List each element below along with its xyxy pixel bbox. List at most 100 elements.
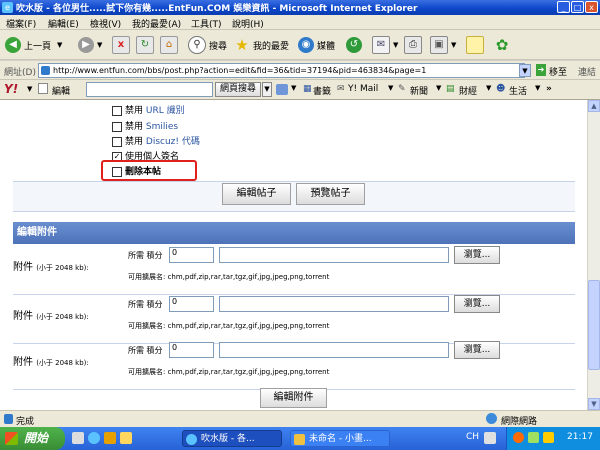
scroll-thumb[interactable] [588, 280, 600, 370]
news-menu-icon[interactable]: ▼ [436, 84, 441, 92]
life-menu-icon[interactable]: ▼ [535, 84, 540, 92]
forward-button[interactable]: ▶ ▼ [78, 36, 102, 54]
delete-post-checkbox[interactable] [112, 166, 122, 177]
pencil-icon [38, 83, 48, 94]
media-button[interactable]: ◉ 媒體 [298, 36, 335, 54]
system-tray: 21:17 [506, 427, 600, 450]
yahoo-bookmarks[interactable]: 書籤 [313, 84, 331, 97]
attachment-limit: (小于 2048 kb): [36, 313, 89, 321]
browse-button[interactable]: 瀏覽... [454, 246, 500, 264]
browse-button[interactable]: 瀏覽... [454, 341, 500, 359]
start-button[interactable]: 開始 [0, 427, 65, 450]
maximize-button[interactable]: □ [571, 1, 584, 13]
address-dropdown-icon[interactable]: ▼ [519, 64, 531, 77]
favorites-button[interactable]: ★ 我的最愛 [234, 36, 289, 54]
quicklaunch-media-icon[interactable] [104, 432, 116, 444]
yahoo-search-dropdown-icon[interactable]: ▼ [262, 82, 272, 97]
needs-points-label: 所需 積分 [128, 251, 163, 260]
browse-button[interactable]: 瀏覽... [454, 295, 500, 313]
yahoo-menu-icon[interactable]: ▼ [27, 85, 32, 93]
language-indicator[interactable]: CH [466, 432, 479, 442]
edit-post-button[interactable]: 編輯帖子 [222, 183, 291, 205]
toolbar-more-icon[interactable]: » [546, 84, 552, 94]
start-label: 開始 [24, 431, 49, 445]
file-path-input[interactable] [219, 342, 449, 358]
scroll-up-icon[interactable]: ▲ [588, 100, 600, 112]
edit-page-icon: ▣ [430, 36, 448, 54]
go-arrow-icon[interactable]: ➜ [536, 64, 546, 76]
forward-dropdown-icon[interactable]: ▼ [97, 41, 102, 49]
disable-url-checkbox[interactable] [112, 105, 122, 116]
back-dropdown-icon[interactable]: ▼ [57, 41, 62, 49]
option-disable-url[interactable]: 禁用 URL 識別 [112, 103, 185, 116]
yahoo-mail[interactable]: Y! Mail [348, 84, 378, 94]
messenger-button[interactable]: ✿ [494, 36, 513, 54]
vertical-scrollbar[interactable]: ▲ ▼ [587, 100, 600, 410]
mail-button[interactable]: ✉ ▼ [372, 36, 398, 54]
option-disable-discuz[interactable]: 禁用 Discuz! 代碼 [112, 134, 200, 147]
quicklaunch-desktop-icon[interactable] [72, 432, 84, 444]
yahoo-search-input[interactable] [86, 82, 213, 97]
task-paint-window[interactable]: 未命名 - 小畫... [290, 430, 390, 447]
home-button[interactable]: ⌂ [160, 36, 181, 54]
yahoo-logo[interactable]: Y! [4, 82, 18, 96]
edit-page-button[interactable]: ▣ ▼ [430, 36, 456, 54]
edit-attachments-button[interactable]: 編輯附件 [260, 388, 327, 408]
back-button[interactable]: ◀ 上一頁 ▼ [5, 36, 62, 54]
history-button[interactable]: ↺ [346, 36, 365, 54]
forward-arrow-icon: ▶ [78, 37, 94, 53]
points-input[interactable]: 0 [169, 342, 214, 358]
refresh-button[interactable]: ↻ [136, 36, 157, 54]
disable-discuz-checkbox[interactable] [112, 136, 122, 147]
address-input[interactable]: http://www.entfun.com/bbs/post.php?actio… [38, 63, 525, 78]
menu-file[interactable]: 檔案(F) [6, 17, 36, 30]
menu-edit[interactable]: 編輯(E) [48, 17, 79, 30]
title-bar[interactable]: e 吹水版 - 各位男仕.....試下你有幾.....EntFun.COM 娛樂… [0, 0, 600, 15]
links-label[interactable]: 連結 [578, 65, 596, 78]
menu-help[interactable]: 說明(H) [232, 17, 264, 30]
tray-icon-3[interactable] [543, 432, 554, 443]
preview-post-button[interactable]: 預覽帖子 [296, 183, 365, 205]
search-button[interactable]: ⚲ 搜尋 [188, 36, 227, 54]
yahoo-life[interactable]: 生活 [509, 84, 527, 97]
submit-row [13, 181, 575, 212]
yahoo-finance[interactable]: 財經 [459, 84, 477, 97]
quicklaunch-folder-icon[interactable] [120, 432, 132, 444]
menu-tools[interactable]: 工具(T) [191, 17, 222, 30]
menu-favorites[interactable]: 我的最愛(A) [132, 17, 181, 30]
go-button[interactable]: 移至 [549, 65, 567, 78]
print-button[interactable]: ⎙ [404, 36, 425, 54]
file-path-input[interactable] [219, 247, 449, 263]
minimize-button[interactable]: _ [557, 1, 570, 13]
clock[interactable]: 21:17 [567, 432, 593, 442]
attachment-row-2: 附件 (小于 2048 kb): 所需 積分 0 瀏覽... 可用擴展名: ch… [13, 294, 575, 344]
mail-menu-icon[interactable]: ▼ [388, 84, 393, 92]
option-delete-post[interactable]: 刪除本帖 [112, 164, 161, 177]
ime-icon[interactable] [484, 432, 496, 444]
yahoo-edit[interactable]: 編輯 [52, 84, 70, 97]
points-input[interactable]: 0 [169, 247, 214, 263]
task-ie-window[interactable]: 吹水版 - 各... [182, 430, 282, 447]
stop-button[interactable]: x [112, 36, 133, 54]
scroll-down-icon[interactable]: ▼ [588, 398, 600, 410]
back-label: 上一頁 [24, 41, 52, 52]
close-button[interactable]: x [585, 1, 598, 13]
tray-icon-2[interactable] [528, 432, 539, 443]
menu-view[interactable]: 檢視(V) [90, 17, 121, 30]
option-disable-smilies[interactable]: 禁用 Smilies [112, 119, 178, 132]
file-path-input[interactable] [219, 296, 449, 312]
finance-menu-icon[interactable]: ▼ [486, 84, 491, 92]
address-label: 網址(D) [4, 68, 36, 78]
discuss-button[interactable] [466, 36, 487, 54]
edit-dropdown-icon[interactable]: ▼ [451, 41, 456, 49]
tray-icon-1[interactable] [513, 432, 524, 443]
mail-dropdown-icon[interactable]: ▼ [393, 41, 398, 49]
highlight-dropdown-icon[interactable]: ▼ [291, 84, 296, 92]
yahoo-news[interactable]: 新聞 [410, 84, 428, 97]
quicklaunch-ie-icon[interactable] [88, 432, 100, 444]
disable-smilies-checkbox[interactable] [112, 121, 122, 132]
points-input[interactable]: 0 [169, 296, 214, 312]
yahoo-search-button[interactable]: 網頁搜尋 [215, 82, 262, 97]
attachment-label-text: 附件 [13, 262, 33, 273]
toolbar-highlight-icon[interactable] [276, 84, 288, 95]
